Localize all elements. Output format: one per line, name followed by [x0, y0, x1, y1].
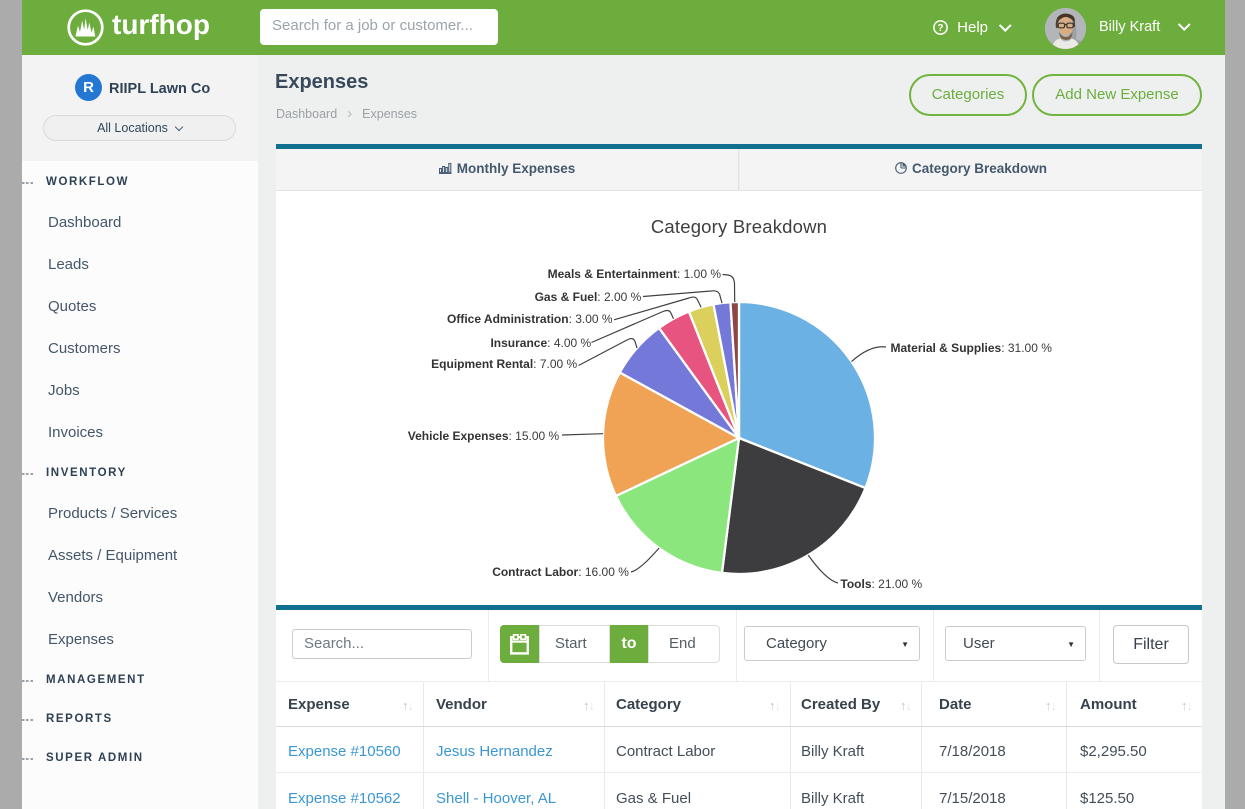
svg-text:?: ?	[937, 23, 943, 34]
